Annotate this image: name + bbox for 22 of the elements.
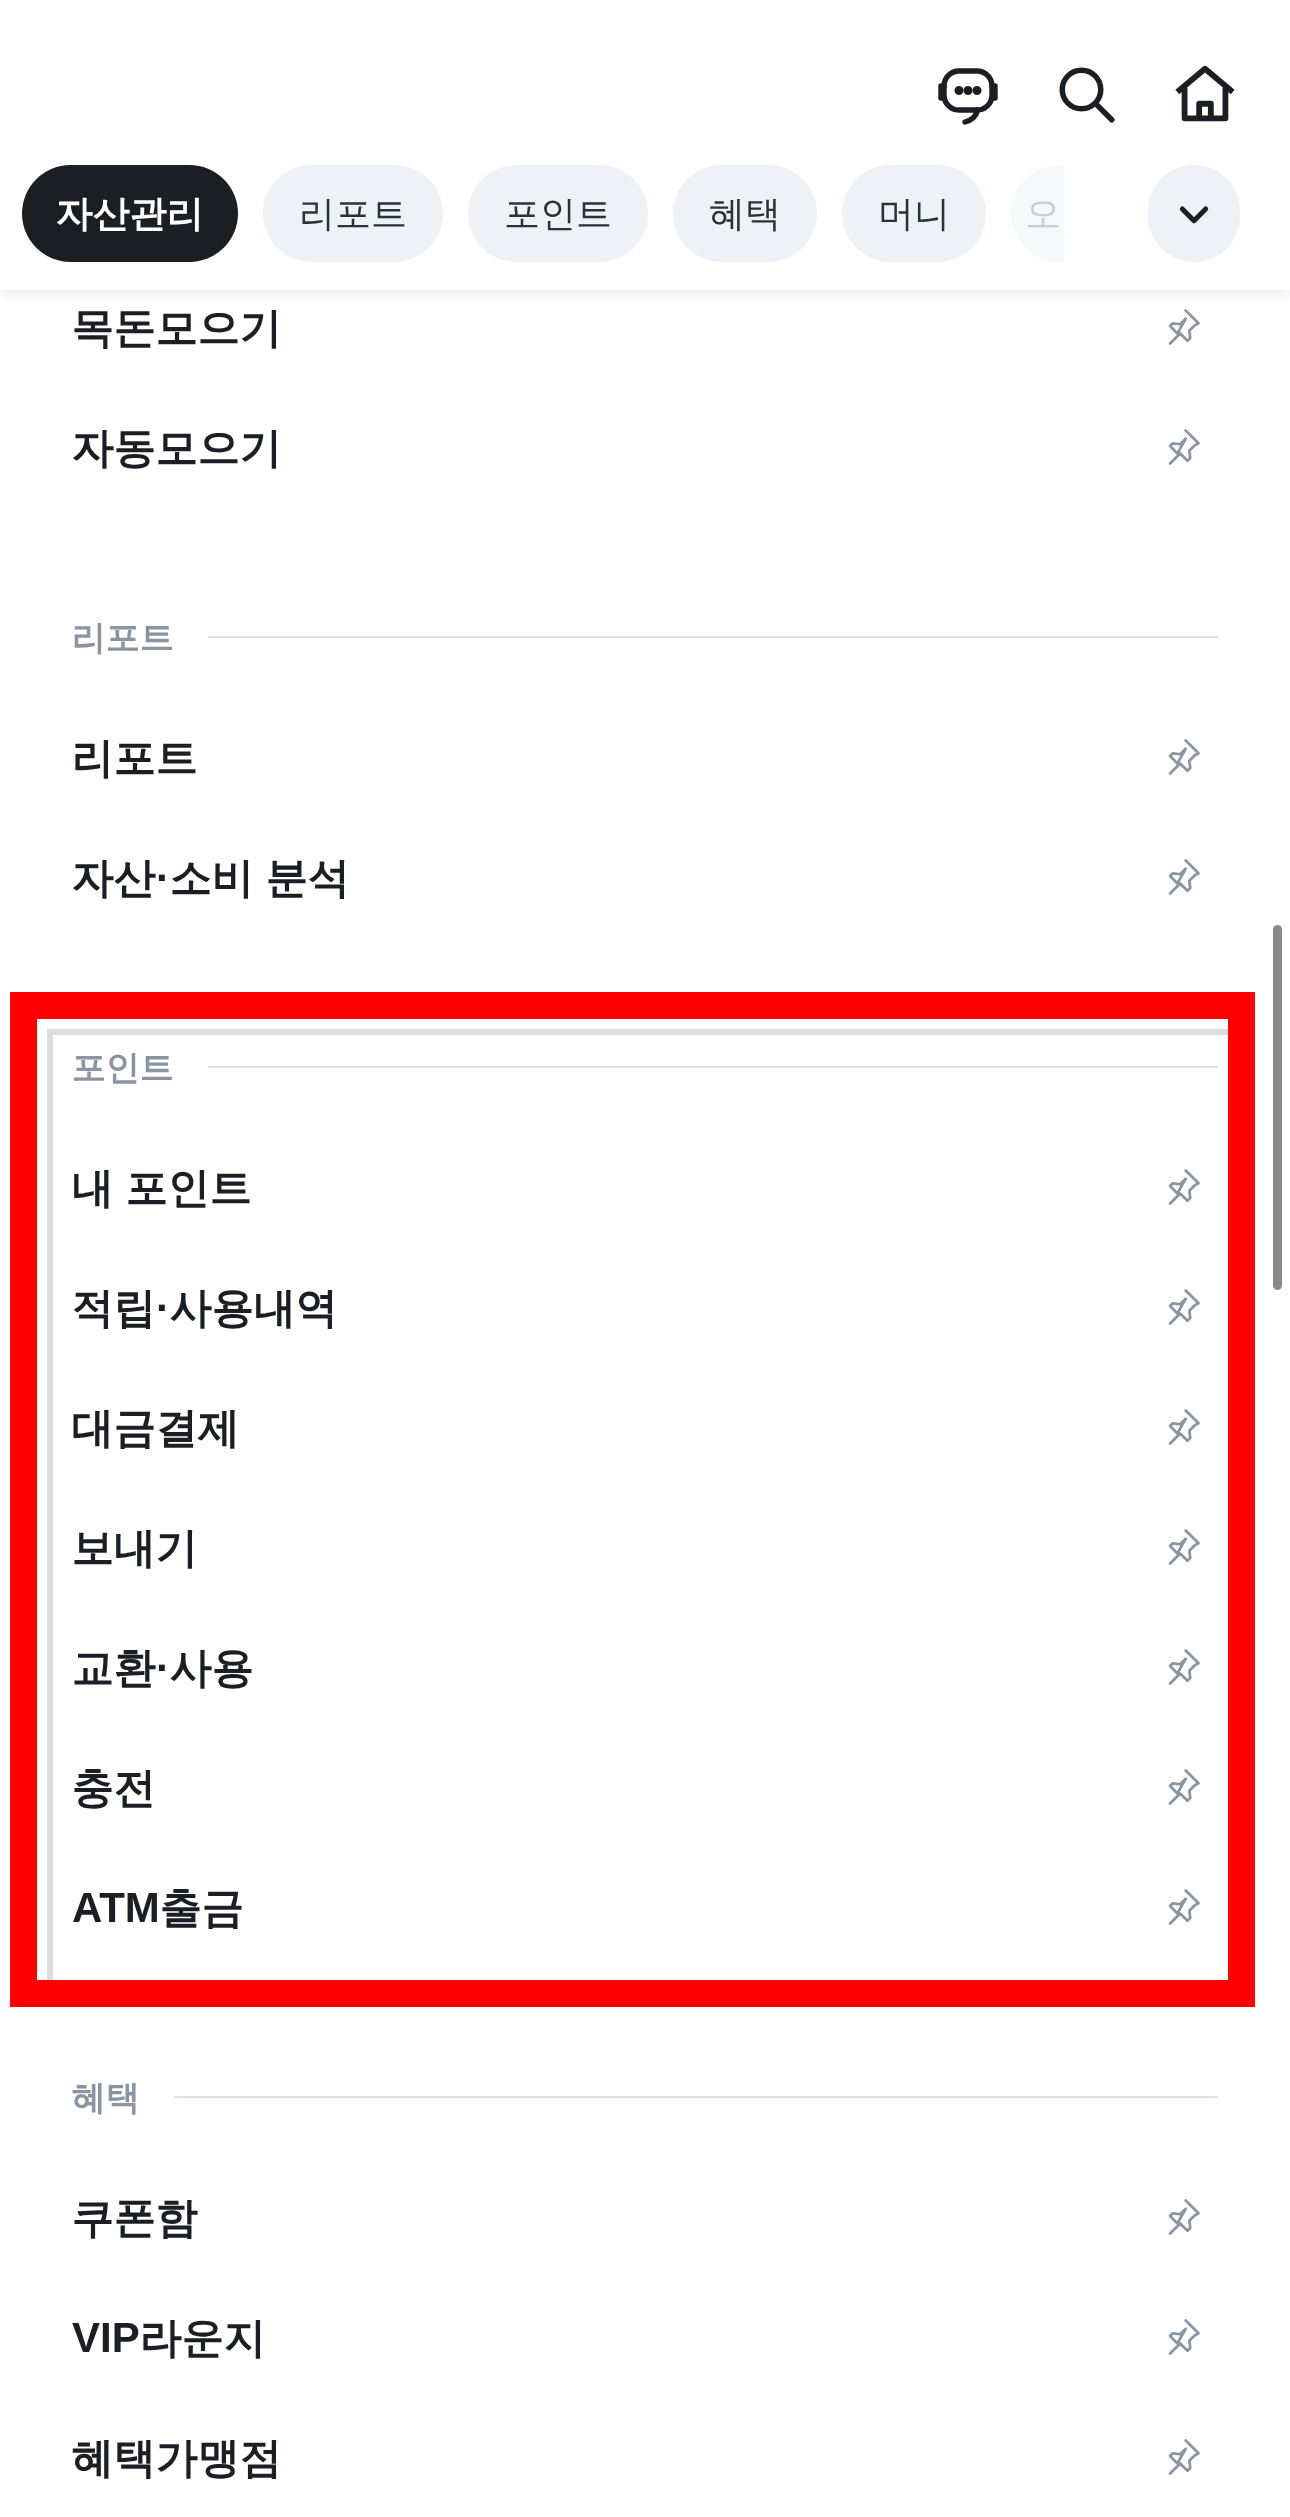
menu-item[interactable]: 내 포인트 (72, 1155, 252, 1219)
menu-item[interactable]: 쿠폰함 (72, 2185, 198, 2249)
menu-item[interactable]: 혜택가맹점 (72, 2425, 282, 2489)
category-tab[interactable]: 포인트 (468, 165, 648, 262)
menu-item[interactable]: 대금결제 (72, 1395, 240, 1459)
menu-item[interactable]: ATM출금 (72, 1875, 244, 1939)
menu-item[interactable]: 자산·소비 분석 (72, 845, 350, 909)
menu-item[interactable]: 자동모으기 (72, 415, 282, 479)
category-tab[interactable]: 혜택 (673, 165, 817, 262)
menu-item[interactable]: VIP라운지 (72, 2305, 266, 2369)
menu-item[interactable]: 충전 (72, 1755, 156, 1819)
menu-item[interactable]: 리포트 (72, 725, 198, 789)
category-tab[interactable]: 자산관리 (22, 165, 238, 262)
section-title: 리포트 (72, 616, 174, 658)
section-title: 포인트 (72, 1046, 174, 1088)
menu-item[interactable]: 교환·사용 (72, 1635, 254, 1699)
menu-item[interactable]: 적립·사용내역 (72, 1275, 338, 1339)
category-tab[interactable]: 리포트 (263, 165, 443, 262)
section-title: 혜택 (72, 2076, 140, 2118)
category-tab[interactable]: 머니 (842, 165, 986, 262)
menu-item[interactable]: 목돈모으기 (72, 295, 282, 359)
menu-item[interactable]: 보내기 (72, 1515, 198, 1579)
